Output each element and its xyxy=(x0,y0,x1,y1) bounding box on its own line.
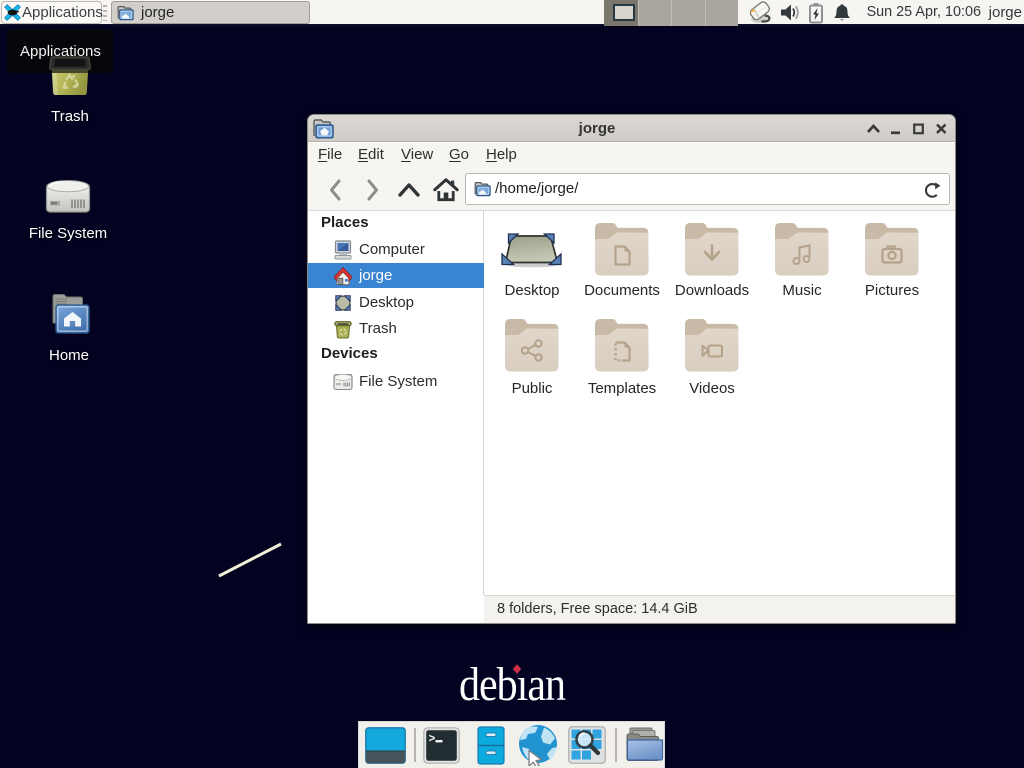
svg-text:>: > xyxy=(429,733,436,746)
